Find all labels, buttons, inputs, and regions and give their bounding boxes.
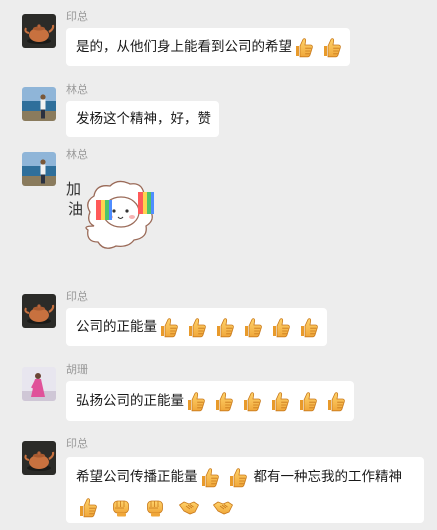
thumbs-up-icon xyxy=(157,316,179,338)
thumbs-up-icon xyxy=(241,316,263,338)
message-row: 林总 加 油 xyxy=(22,148,432,277)
thumbs-up-icon xyxy=(324,390,346,412)
thumbs-up-icon xyxy=(292,36,314,58)
thumbs-up-icon xyxy=(198,466,220,488)
thumbs-up-icon xyxy=(76,496,98,518)
avatar[interactable] xyxy=(22,152,56,186)
teapot-avatar-icon xyxy=(22,294,56,328)
message-text-after: 都有一种忘我的工作精神 xyxy=(253,469,403,485)
fist-icon xyxy=(144,496,166,518)
message-bubble[interactable]: 希望公司传播正能量 都有一种忘我的工作精神 xyxy=(66,457,424,523)
message-bubble[interactable]: 是的，从他们身上能看到公司的希望 xyxy=(66,28,350,66)
handshake-icon xyxy=(178,496,200,518)
sender-name: 胡珊 xyxy=(66,363,88,376)
thumbs-up-icon xyxy=(184,390,206,412)
message-row: 印总 是的，从他们身上能看到公司的希望 xyxy=(22,10,432,74)
sender-name: 印总 xyxy=(66,437,88,450)
thumbs-up-icon xyxy=(320,36,342,58)
message-bubble[interactable]: 弘扬公司的正能量 xyxy=(66,381,354,421)
thumbs-up-icon xyxy=(185,316,207,338)
thumbs-up-icon xyxy=(269,316,291,338)
message-line-1: 希望公司传播正能量 都有一种忘我的工作精神 xyxy=(76,465,416,489)
sender-name: 林总 xyxy=(66,83,88,96)
avatar[interactable] xyxy=(22,367,56,401)
seaside-person-avatar-icon xyxy=(22,152,56,186)
avatar[interactable] xyxy=(22,294,56,328)
teapot-avatar-icon xyxy=(22,14,56,48)
avatar[interactable] xyxy=(22,87,56,121)
thumbs-up-icon xyxy=(213,316,235,338)
fist-icon xyxy=(110,496,132,518)
sheep-cheer-sticker[interactable]: 加 油 xyxy=(66,166,166,270)
message-row: 印总 希望公司传播正能量 都有一种忘我的工作精神 xyxy=(22,437,432,526)
message-text: 公司的正能量 xyxy=(76,319,157,335)
avatar[interactable] xyxy=(22,14,56,48)
svg-text:油: 油 xyxy=(68,200,83,218)
message-row: 林总 发杨这个精神，好，赞 xyxy=(22,83,432,141)
thumbs-up-icon xyxy=(297,316,319,338)
sender-name: 林总 xyxy=(66,148,88,161)
teapot-avatar-icon xyxy=(22,441,56,475)
message-row: 印总 公司的正能量 xyxy=(22,290,432,354)
thumbs-up-icon xyxy=(240,390,262,412)
message-bubble[interactable]: 公司的正能量 xyxy=(66,308,327,346)
message-row: 胡珊 弘扬公司的正能量 xyxy=(22,363,432,427)
message-text: 发杨这个精神，好，赞 xyxy=(76,111,211,127)
message-text: 是的，从他们身上能看到公司的希望 xyxy=(76,39,292,55)
pink-dress-avatar-icon xyxy=(22,367,56,401)
seaside-person-avatar-icon xyxy=(22,87,56,121)
sender-name: 印总 xyxy=(66,290,88,303)
sheep-cheer-sticker-icon: 加 油 xyxy=(66,180,154,249)
thumbs-up-icon xyxy=(296,390,318,412)
avatar[interactable] xyxy=(22,441,56,475)
message-line-2 xyxy=(76,495,416,519)
message-bubble[interactable]: 发杨这个精神，好，赞 xyxy=(66,101,219,137)
chat-message-list[interactable]: 印总 是的，从他们身上能看到公司的希望 林总 发杨这个精神，好，赞 林总 加 油… xyxy=(0,0,437,530)
svg-text:加: 加 xyxy=(66,180,81,198)
handshake-icon xyxy=(212,496,234,518)
message-text: 弘扬公司的正能量 xyxy=(76,393,184,409)
thumbs-up-icon xyxy=(226,466,248,488)
message-text: 希望公司传播正能量 xyxy=(76,469,198,485)
thumbs-up-icon xyxy=(268,390,290,412)
sender-name: 印总 xyxy=(66,10,88,23)
thumbs-up-icon xyxy=(212,390,234,412)
